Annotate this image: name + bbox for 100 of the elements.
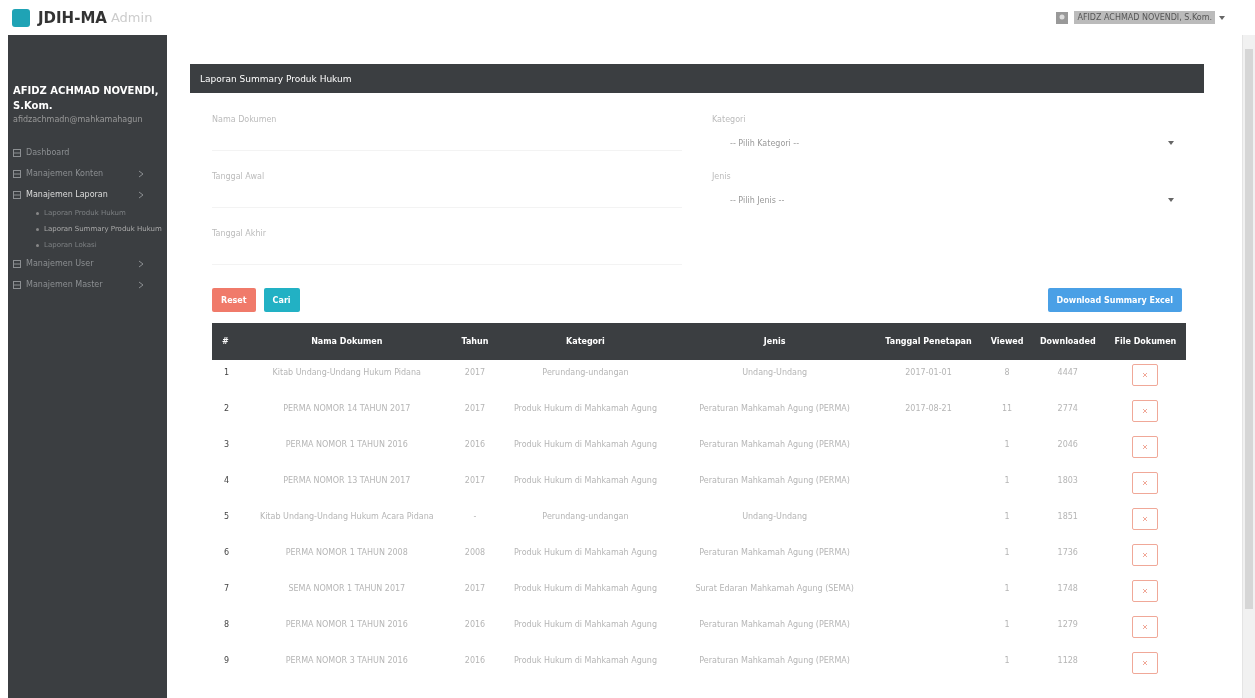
file-button[interactable] (1132, 508, 1159, 530)
nav-item[interactable]: Manajemen User (8, 253, 167, 274)
nav-item[interactable]: Manajemen Konten (8, 163, 167, 184)
column-header: Nama Dokumen (238, 323, 455, 360)
table-cell-text: 1736 (1056, 547, 1079, 559)
field-label: Jenis (712, 172, 732, 181)
table-cell-text: 3 (223, 439, 231, 451)
table-cell-text: Peraturan Mahkamah Agung (PERMA) (698, 439, 851, 451)
table-cell-text: Produk Hukum di Mahkamah Agung (512, 619, 658, 631)
table-cell-text: 1128 (1056, 655, 1079, 667)
column-header: Viewed (983, 323, 1031, 360)
table-cell-text: 2017 (463, 475, 487, 487)
chevron-icon (138, 190, 144, 199)
table-cell-text: Produk Hukum di Mahkamah Agung (512, 655, 658, 667)
field-label: Nama Dokumen (212, 115, 278, 124)
table-cell-text: SEMA NOMOR 1 TAHUN 2017 (287, 583, 407, 595)
table-cell-text: 1 (1003, 655, 1011, 667)
table-cell: 2017-01-01 (873, 360, 984, 396)
field-label: Kategori (712, 115, 747, 124)
user-email: afidzachmadn@mahkamahagun (12, 114, 144, 126)
table-cell-text: Perundang-undangan (541, 511, 630, 523)
nav-item[interactable]: Manajemen Master (8, 274, 167, 295)
table-cell-text: 1748 (1056, 583, 1079, 595)
table-cell-text: Kitab Undang-Undang Hukum Acara Pidana (258, 511, 435, 523)
table-cell-text: Produk Hukum di Mahkamah Agung (512, 475, 658, 487)
file-button[interactable] (1132, 472, 1159, 494)
table-cell-text: Peraturan Mahkamah Agung (PERMA) (698, 475, 851, 487)
close-icon (1142, 516, 1149, 522)
table-cell-text: 2017 (463, 583, 487, 595)
table-cell-text: 2008 (463, 547, 487, 559)
grid-icon (13, 190, 21, 199)
chevron-icon (138, 280, 144, 289)
nav-item[interactable]: Manajemen Laporan (8, 184, 167, 205)
table-cell-text: 1 (1003, 475, 1011, 487)
table-cell-text: 1 (1003, 511, 1011, 523)
file-button[interactable] (1132, 652, 1159, 674)
table-cell-text: 1 (1003, 439, 1011, 451)
table-cell-text: 2016 (463, 619, 487, 631)
close-icon (1142, 552, 1149, 558)
table-cell-text: 1279 (1056, 619, 1079, 631)
table-cell: Kitab Undang-Undang Hukum Pidana (238, 360, 455, 396)
user-menu[interactable]: AFIDZ ACHMAD NOVENDI, S.Kom. (1074, 11, 1215, 24)
table-cell: 4447 (1030, 360, 1105, 396)
file-button[interactable] (1132, 364, 1159, 386)
column-header: Tahun (454, 323, 496, 360)
table-cell-text: 1 (1003, 619, 1011, 631)
table-cell-text: PERMA NOMOR 1 TAHUN 2016 (284, 619, 409, 631)
table-cell-text: 5 (223, 511, 231, 523)
grid-icon (13, 169, 21, 178)
download-button[interactable]: Download Summary Excel (1047, 288, 1182, 312)
table-cell-text: PERMA NOMOR 14 TAHUN 2017 (282, 403, 412, 415)
close-icon (1142, 624, 1149, 630)
table-cell-text: 11 (1000, 403, 1014, 415)
file-button[interactable] (1132, 580, 1159, 602)
grid-icon (13, 280, 21, 289)
table-cell-text: Peraturan Mahkamah Agung (PERMA) (698, 655, 851, 667)
table-cell-text: Peraturan Mahkamah Agung (PERMA) (698, 619, 851, 631)
table-cell-text: 4 (223, 475, 231, 487)
chevron-icon (138, 169, 144, 178)
file-button[interactable] (1132, 544, 1159, 566)
table-cell-text: - (472, 511, 478, 523)
column-header: Downloaded (1030, 323, 1105, 360)
table-cell-text: 2 (223, 403, 231, 415)
close-icon (1142, 372, 1149, 378)
reset-button[interactable]: Reset (212, 288, 256, 312)
table-cell-text: 2017-08-21 (904, 403, 953, 415)
table-cell-text: Produk Hukum di Mahkamah Agung (512, 583, 658, 595)
table-cell-text: 1851 (1056, 511, 1079, 523)
file-button[interactable] (1132, 436, 1159, 458)
table-cell-text: PERMA NOMOR 13 TAHUN 2017 (282, 475, 412, 487)
select-field[interactable]: -- Pilih Jenis -- (712, 191, 1182, 209)
file-button[interactable] (1132, 616, 1159, 638)
table-cell: Undang-Undang (675, 360, 874, 396)
select-field[interactable]: -- Pilih Kategori -- (712, 134, 1182, 152)
nav-item[interactable]: Dashboard (8, 142, 167, 163)
table-cell-text: 1 (1003, 547, 1011, 559)
column-header: Kategori (495, 323, 676, 360)
table-cell-text: PERMA NOMOR 1 TAHUN 2016 (284, 439, 409, 451)
field-label: Tanggal Akhir (212, 229, 268, 238)
search-button[interactable]: Cari (263, 288, 300, 312)
table-cell-text: 2046 (1056, 439, 1079, 451)
logo-icon (12, 8, 30, 27)
table-cell-text: 7 (223, 583, 231, 595)
close-icon (1142, 588, 1149, 594)
close-icon (1142, 408, 1149, 414)
table-cell-text: 2016 (463, 439, 487, 451)
user-icon (1056, 11, 1069, 24)
close-icon (1142, 444, 1149, 450)
panel-header: Laporan Summary Produk Hukum (190, 64, 1204, 93)
close-icon (1142, 480, 1149, 486)
table-cell-text: Surat Edaran Mahkamah Agung (SEMA) (694, 583, 855, 595)
user-name: AFIDZ ACHMAD NOVENDI, S.Kom. (12, 84, 160, 113)
scrollbar[interactable] (1242, 35, 1255, 698)
close-icon (1142, 660, 1149, 666)
table-cell: 8 (983, 360, 1031, 396)
table-cell-text: Produk Hukum di Mahkamah Agung (512, 547, 658, 559)
column-header: Jenis (675, 323, 874, 360)
table-cell-text: Produk Hukum di Mahkamah Agung (512, 439, 658, 451)
table-cell: Perundang-undangan (495, 360, 676, 396)
file-button[interactable] (1132, 400, 1159, 422)
